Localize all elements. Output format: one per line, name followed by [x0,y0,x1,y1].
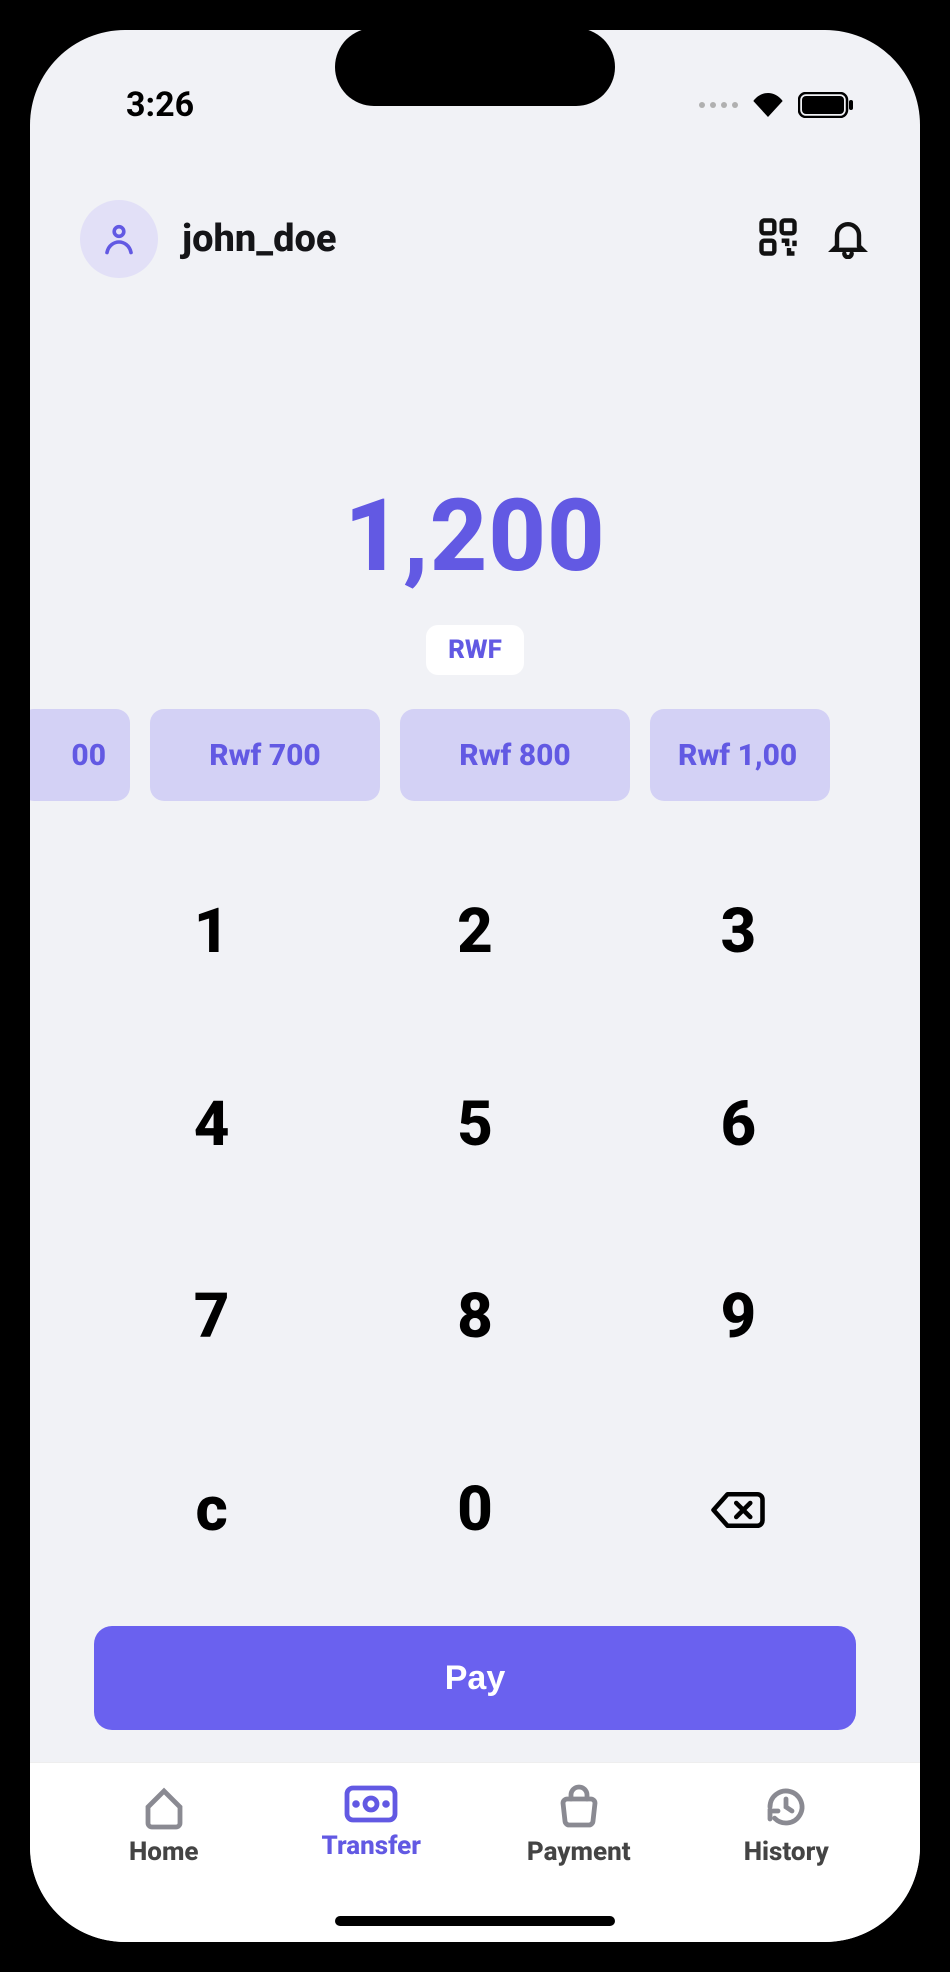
key-3[interactable]: 3 [607,835,870,1028]
key-0[interactable]: 0 [343,1413,606,1606]
wifi-icon [752,93,784,117]
key-9[interactable]: 9 [607,1221,870,1414]
device-notch [335,28,615,106]
app-header: john_doe [30,140,920,278]
tab-history-label: History [744,1837,829,1867]
user-icon [101,221,137,257]
username: john_doe [182,217,337,261]
key-backspace[interactable] [607,1413,870,1606]
bell-icon[interactable] [826,215,870,263]
amount-presets[interactable]: 00 Rwf 700 Rwf 800 Rwf 1,00 [30,709,920,801]
qr-icon[interactable] [756,215,800,263]
currency-pill[interactable]: RWF [426,625,524,675]
key-8[interactable]: 8 [343,1221,606,1414]
pay-row: Pay [30,1606,920,1762]
status-right [699,92,854,118]
amount-area: 1,200 RWF [30,478,920,675]
preset-button[interactable]: Rwf 800 [400,709,630,801]
tab-home-label: Home [129,1837,199,1867]
backspace-icon [710,1488,766,1532]
history-icon [762,1783,810,1831]
tab-home[interactable]: Home [60,1783,268,1942]
home-indicator[interactable] [335,1916,615,1926]
key-4[interactable]: 4 [80,1028,343,1221]
screen: 3:26 john_doe [30,30,920,1942]
status-time: 3:26 [126,85,194,125]
home-icon [140,1783,188,1831]
tab-history[interactable]: History [683,1783,891,1942]
key-clear[interactable]: c [80,1413,343,1606]
money-icon [343,1783,399,1825]
key-5[interactable]: 5 [343,1028,606,1221]
avatar[interactable] [80,200,158,278]
amount-value: 1,200 [30,478,920,595]
tab-payment-label: Payment [527,1837,631,1867]
preset-button[interactable]: Rwf 1,00 [650,709,830,801]
keypad: 1 2 3 4 5 6 7 8 9 c 0 [30,835,920,1606]
tab-bar: Home Transfer Payment History [30,1762,920,1942]
bag-icon [555,1783,603,1831]
pay-button[interactable]: Pay [94,1626,856,1730]
tab-transfer-label: Transfer [322,1831,421,1861]
key-2[interactable]: 2 [343,835,606,1028]
preset-button[interactable]: Rwf 700 [150,709,380,801]
key-7[interactable]: 7 [80,1221,343,1414]
preset-button[interactable]: 00 [30,709,130,801]
cellular-dots-icon [699,102,738,108]
device-frame: 3:26 john_doe [0,0,950,1972]
key-1[interactable]: 1 [80,835,343,1028]
key-6[interactable]: 6 [607,1028,870,1221]
battery-icon [798,92,854,118]
